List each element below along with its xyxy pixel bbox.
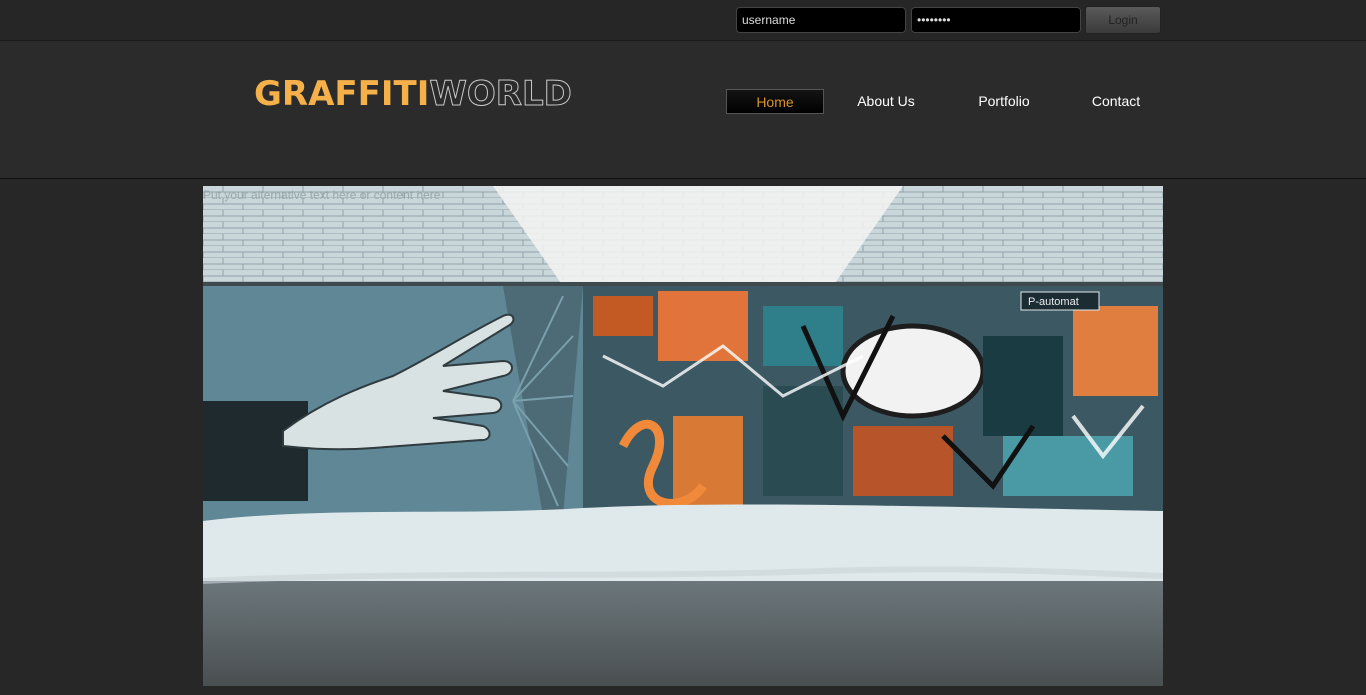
nav-about-us[interactable]: About Us (846, 89, 926, 114)
nav-home[interactable]: Home (726, 89, 824, 114)
nav-contact[interactable]: Contact (1082, 89, 1150, 114)
password-input[interactable] (911, 7, 1081, 33)
p-automat-sign: P-automat (1028, 296, 1079, 308)
site-logo[interactable]: GRAFFITIWORLD (254, 74, 572, 118)
nav-portfolio[interactable]: Portfolio (966, 89, 1042, 114)
hero-graffiti-image: P-automat (203, 186, 1163, 686)
logo-text-graffiti: GRAFFITI (254, 74, 430, 114)
login-button[interactable]: Login (1085, 6, 1161, 34)
logo-text-world: WORLD (429, 74, 572, 115)
username-input[interactable] (736, 7, 906, 33)
hero-alt-text: Put your alternative text here or conten… (203, 188, 441, 202)
top-login-bar: Login (0, 0, 1366, 41)
site-header (0, 41, 1366, 179)
